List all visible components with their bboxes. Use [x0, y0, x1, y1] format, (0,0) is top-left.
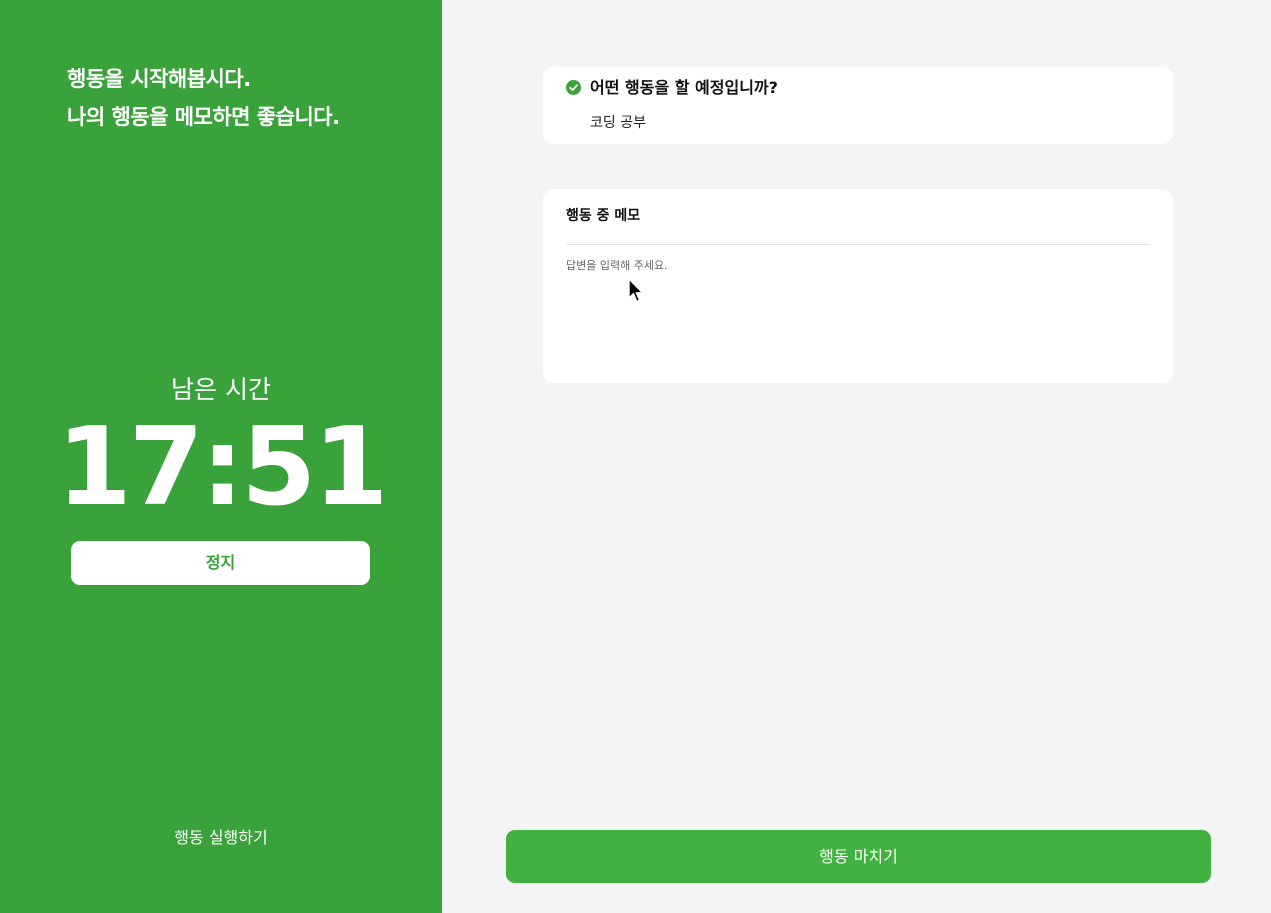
memo-title: 행동 중 메모 — [566, 208, 641, 224]
app-window: 행동을 시작해봅시다. 나의 행동을 메모하면 좋습니다. 남은 시간 17:5… — [0, 0, 1271, 913]
stop-button[interactable]: 정지 — [71, 541, 370, 585]
headline-line-2: 나의 행동을 메모하면 좋습니다. — [67, 105, 340, 129]
check-circle-icon — [566, 80, 581, 95]
remaining-time-label: 남은 시간 — [171, 375, 271, 404]
left-panel: 행동을 시작해봅시다. 나의 행동을 메모하면 좋습니다. 남은 시간 17:5… — [0, 0, 442, 913]
memo-input[interactable] — [566, 257, 1150, 369]
planned-action-answer: 코딩 공부 — [590, 115, 646, 131]
finish-action-button[interactable]: 행동 마치기 — [506, 830, 1211, 883]
planned-action-question: 어떤 행동을 할 예정입니까? — [590, 78, 778, 97]
action-run-label: 행동 실행하기 — [174, 828, 268, 847]
memo-card: 행동 중 메모 — [543, 189, 1173, 383]
planned-action-card: 어떤 행동을 할 예정입니까? 코딩 공부 — [543, 67, 1173, 144]
countdown-timer: 17:51 — [56, 405, 389, 530]
memo-divider — [566, 244, 1150, 245]
headline-line-1: 행동을 시작해봅시다. — [67, 67, 251, 91]
headline: 행동을 시작해봅시다. 나의 행동을 메모하면 좋습니다. — [67, 60, 340, 136]
